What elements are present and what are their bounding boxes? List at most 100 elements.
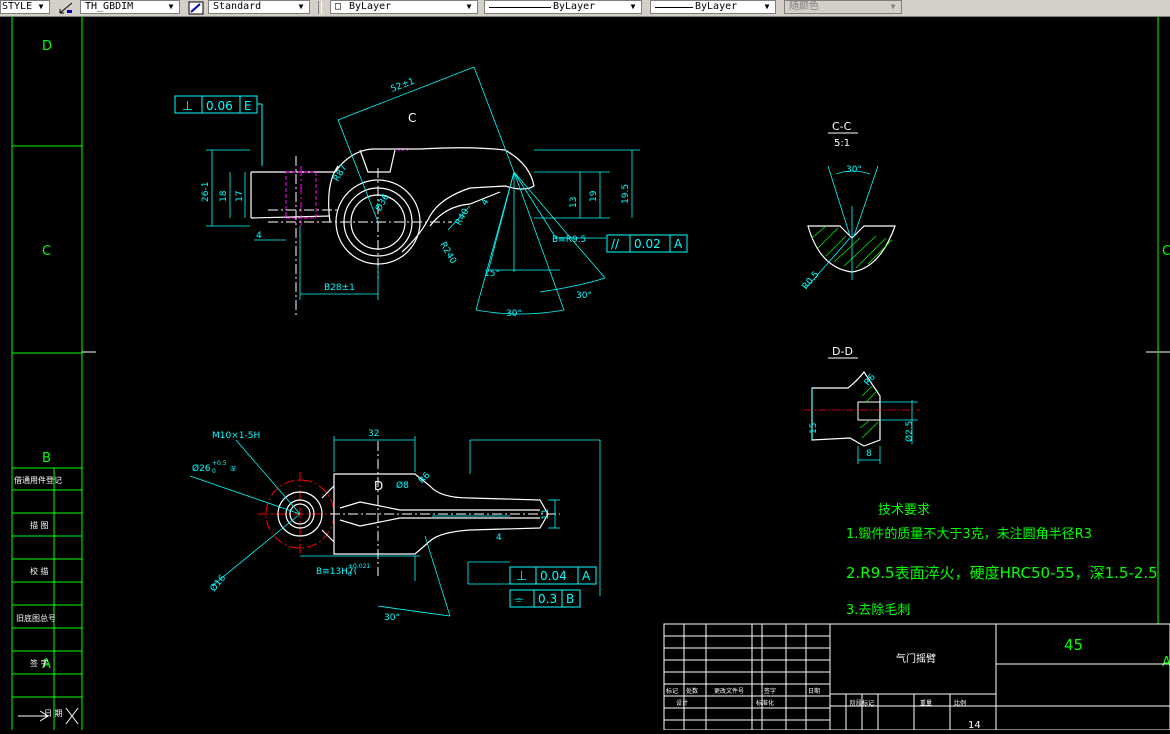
sheet-number: 14 xyxy=(968,720,981,730)
chevron-down-icon[interactable]: ▼ xyxy=(627,1,639,13)
dim-text: 26-1 xyxy=(201,182,211,202)
chevron-down-icon: ▼ xyxy=(890,2,896,11)
dim-text: 52±1 xyxy=(389,77,416,95)
linetype-preview xyxy=(489,7,551,8)
dim-text: M10×1-5H xyxy=(212,431,260,441)
material: 45 xyxy=(1064,636,1083,654)
tolerance-datum: A xyxy=(582,569,591,583)
section-dd: D-D R6 15 8 Ø2.5 xyxy=(804,345,920,464)
section-cc: C-C 5:1 30° R0.5 xyxy=(801,120,896,292)
part-name: 气门摇臂 xyxy=(896,652,936,665)
chevron-down-icon[interactable]: ▼ xyxy=(165,1,177,13)
side-label: 旧底图总号 xyxy=(16,613,56,623)
dim-text-top: 52±1 C R87 Ø36 R40 R240 26-1 18 17 4 13 … xyxy=(201,77,631,319)
tolerance-symbol: ⊥ xyxy=(182,99,193,114)
table-style-combo[interactable]: Standard ▼ xyxy=(208,0,310,14)
title-block-text: 气门摇臂 45 14 标记 处数 更改文件号 签字 日期 设计 标准化 阶段标记… xyxy=(666,636,1083,731)
tolerance-perp-top: ⊥ 0.06 E xyxy=(174,95,263,166)
dim-text: 30° xyxy=(384,613,400,623)
technical-notes: 技术要求 1.锻件的质量不大于3克，未注圆角半径R3 2.R9.5表面淬火，硬度… xyxy=(846,503,1158,618)
dim-text: 17 xyxy=(235,191,245,202)
dim-text: 8 xyxy=(866,449,872,459)
zone-label-right-c: C xyxy=(1162,244,1170,259)
centerlines-top xyxy=(268,156,452,316)
stage-label: 重量 xyxy=(920,699,932,707)
dim-text: 18 xyxy=(219,190,229,202)
note-item: 1.锻件的质量不大于3克，未注圆角半径R3 xyxy=(846,526,1092,542)
dim-tolerance: +0.5 xyxy=(212,460,227,467)
tolerance-datum: B xyxy=(566,592,574,606)
dim-text: 4 xyxy=(496,533,502,543)
dimension-style-combo[interactable]: TH_GBDIM ▼ xyxy=(80,0,180,14)
top-view: 52±1 C R87 Ø36 R40 R240 26-1 18 17 4 13 … xyxy=(174,66,688,319)
lineweight-combo[interactable]: ByLayer ▼ xyxy=(650,0,776,14)
dim-text: 4 xyxy=(256,231,262,241)
tolerance-datum: E xyxy=(244,99,252,113)
dim-text: 15° xyxy=(484,269,500,279)
tolerance-perp-bottom: ⊥ 0.04 A xyxy=(509,566,597,585)
row-label: 处数 xyxy=(686,687,698,695)
chevron-down-icon[interactable]: ▼ xyxy=(35,1,47,13)
lineweight-preview xyxy=(655,7,693,8)
dim-text: 32 xyxy=(368,429,379,439)
stage-label: 比例 xyxy=(954,699,966,707)
lineweight-value: ByLayer xyxy=(695,1,738,12)
row-label: 更改文件号 xyxy=(714,687,744,695)
plotstyle-value: 随颜色 xyxy=(789,1,819,12)
dim-text: B≡R9.5 xyxy=(552,235,586,245)
rocker-outline-top xyxy=(250,147,535,265)
zone-label-c: C xyxy=(42,244,51,259)
chevron-down-icon[interactable]: ▼ xyxy=(761,1,773,13)
chevron-down-icon[interactable]: ▼ xyxy=(463,1,475,13)
tolerance-value: 0.02 xyxy=(634,237,661,251)
text-style-combo[interactable]: STYLE ▼ xyxy=(0,0,50,14)
zone-label-d: D xyxy=(42,39,52,54)
side-label: 签 字 xyxy=(30,658,49,668)
section-title: C-C xyxy=(832,120,852,133)
tolerance-symmetry: ⌯ 0.3 B xyxy=(509,589,581,608)
chevron-down-icon[interactable]: ▼ xyxy=(295,1,307,13)
stage-label: 阶段标记 xyxy=(850,699,874,707)
side-block-labels: 借通用件登记 描 图 校 描 旧底图总号 签 字 日 期 xyxy=(14,475,63,718)
row-label: 设计 xyxy=(676,699,688,707)
drawing-canvas[interactable]: D C B A C A 借通用件登记 描 图 校 描 旧底图总号 签 字 日 期 xyxy=(0,16,1170,731)
toolbar-separator xyxy=(318,1,322,14)
row-label: 签字 xyxy=(764,687,776,695)
dim-text: R240 xyxy=(437,241,458,267)
color-combo[interactable]: □ ByLayer ▼ xyxy=(330,0,478,14)
note-item: 3.去除毛刺 xyxy=(846,603,910,618)
dim-text: R40 xyxy=(454,207,472,228)
section-scale: 5:1 xyxy=(834,138,850,149)
section-title: D-D xyxy=(832,345,853,358)
dim-text: Ø16 xyxy=(208,572,229,593)
section-marker-c: C xyxy=(408,111,416,125)
dim-text-bottom: M10×1-5H Ø26 +0.5 0 深 32 Ø8 11 4 Ø16 B≡1… xyxy=(192,429,551,623)
dim-text: Ø8 xyxy=(396,480,409,491)
row-label: 标记 xyxy=(666,687,678,695)
linetype-value: ByLayer xyxy=(553,1,596,12)
dim-text: 13 xyxy=(569,197,579,208)
dim-text: 19.5 xyxy=(621,184,631,204)
dim-text: Ø26 xyxy=(192,463,211,474)
dimension-style-value: TH_GBDIM xyxy=(85,1,134,12)
tolerance-symbol: // xyxy=(611,237,620,251)
dim-text: R0.5 xyxy=(801,270,822,292)
properties-toolbar: STYLE ▼ TH_GBDIM ▼ Standard ▼ □ ByLayer … xyxy=(0,0,1170,17)
dimension-style-icon[interactable] xyxy=(58,0,74,14)
table-style-icon[interactable] xyxy=(188,0,204,15)
zone-label-right-a: A xyxy=(1162,655,1170,670)
tolerance-symbol: ⌯ xyxy=(514,592,524,606)
dim-tolerance: 0 xyxy=(212,468,216,475)
linetype-combo[interactable]: ByLayer ▼ xyxy=(484,0,642,14)
drawing-svg[interactable]: D C B A C A 借通用件登记 描 图 校 描 旧底图总号 签 字 日 期 xyxy=(0,16,1170,731)
dim-text: B28±1 xyxy=(324,283,355,293)
dim-text: R6 xyxy=(417,470,433,486)
zone-label-b: B xyxy=(42,451,51,466)
dim-text: 4 xyxy=(480,197,492,207)
dim-tolerance: +0.021 xyxy=(348,563,370,570)
text-style-value: STYLE xyxy=(2,1,33,12)
dim-text: 11 xyxy=(541,509,551,520)
plotstyle-combo: 随颜色 ▼ xyxy=(784,0,902,14)
dim-text: 30° xyxy=(576,291,592,301)
tolerance-value: 0.04 xyxy=(540,569,567,583)
